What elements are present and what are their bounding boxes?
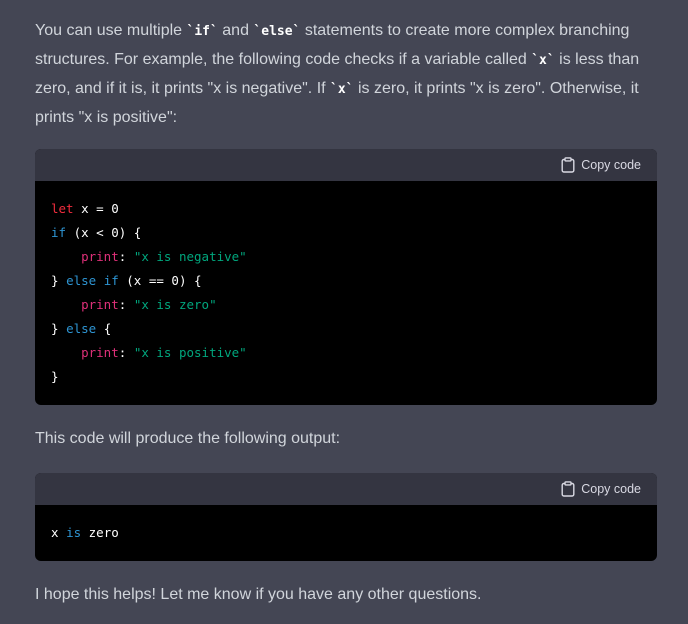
code-string: "x is positive" [133, 345, 247, 360]
code-text: (x < 0) { [66, 225, 142, 240]
closing-paragraph: I hope this helps! Let me know if you ha… [35, 586, 482, 603]
copy-code-label: Copy code [581, 482, 641, 496]
code-text: x = 0 [73, 201, 119, 216]
intro-paragraph: You can use multiple `if` and `else` sta… [35, 17, 657, 132]
code-function: print [81, 345, 119, 360]
code-line: print: "x is positive" [51, 341, 641, 365]
clipboard-icon [561, 481, 575, 497]
code-text: : [118, 249, 134, 264]
intro-text-2: and [217, 22, 254, 39]
intro-text-1: You can use multiple [35, 22, 187, 39]
code-text: : [118, 345, 134, 360]
output-intro-paragraph: This code will produce the following out… [35, 430, 341, 447]
code-keyword: else [66, 321, 97, 336]
clipboard-icon [561, 157, 575, 173]
inline-code-x-2: `x` [330, 82, 354, 97]
code-line: } [51, 365, 641, 389]
code-text: } [51, 369, 59, 384]
code-line: print: "x is negative" [51, 245, 641, 269]
code-block-header: Copy code [35, 473, 657, 505]
code-line: } else if (x == 0) { [51, 269, 641, 293]
code-keyword: let [51, 201, 74, 216]
code-block-content: x is zero [35, 505, 657, 545]
code-line: print: "x is zero" [51, 293, 641, 317]
code-text: } [51, 273, 67, 288]
code-function: print [81, 297, 119, 312]
code-block-header: Copy code [35, 149, 657, 181]
inline-code-else: `else` [253, 24, 301, 39]
code-string: "x is negative" [133, 249, 247, 264]
code-keyword: if [51, 225, 67, 240]
code-text: zero [81, 525, 119, 540]
code-line: if (x < 0) { [51, 221, 641, 245]
code-text: x [51, 525, 67, 540]
code-text: : [118, 297, 134, 312]
code-line: } else { [51, 317, 641, 341]
code-keyword: else if [66, 273, 119, 288]
copy-code-button[interactable]: Copy code [561, 157, 641, 173]
copy-code-label: Copy code [581, 158, 641, 172]
copy-code-button[interactable]: Copy code [561, 481, 641, 497]
code-line: let x = 0 [51, 197, 641, 221]
code-block-content: let x = 0 if (x < 0) { print: "x is negat… [35, 181, 657, 389]
code-text: } [51, 321, 67, 336]
code-function: print [81, 249, 119, 264]
code-keyword: is [66, 525, 82, 540]
code-line: x is zero [51, 521, 641, 545]
code-string: "x is zero" [133, 297, 217, 312]
inline-code-x-1: `x` [531, 53, 555, 68]
code-block-branching: Copy code let x = 0 if (x < 0) { print: "… [35, 149, 657, 405]
code-text: (x == 0) { [118, 273, 202, 288]
inline-code-if: `if` [186, 24, 218, 39]
code-text: { [96, 321, 112, 336]
chat-message: You can use multiple `if` and `else` sta… [0, 0, 688, 624]
code-block-output: Copy code x is zero [35, 473, 657, 561]
